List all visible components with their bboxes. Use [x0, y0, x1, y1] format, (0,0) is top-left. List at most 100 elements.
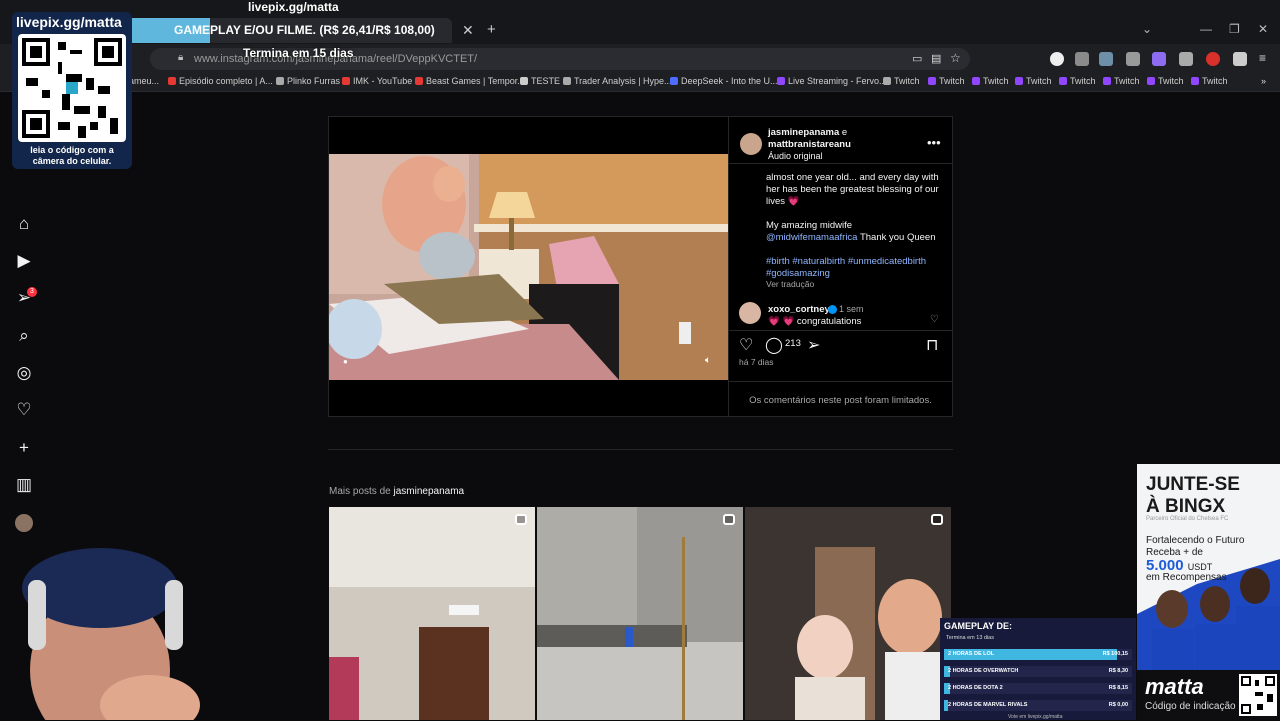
extension-cloud-icon[interactable]	[1152, 52, 1166, 66]
extension-shield-icon[interactable]	[1099, 52, 1113, 66]
more-post-thumbnail[interactable]	[537, 507, 743, 720]
reader-icon[interactable]: ▤	[931, 52, 941, 65]
bookmark-item[interactable]: Episódio completo | A...	[168, 76, 273, 86]
ad-line1: Fortalecendo o Futuro	[1146, 535, 1245, 546]
qr-code	[18, 34, 126, 142]
thumbnail-image	[537, 507, 743, 720]
browser-tab[interactable]: GAMEPLAY E/OU FILME. (R$ 26,41/R$ 108,00…	[132, 18, 452, 43]
bookmark-label: Live Streaming - Fervo...	[788, 76, 887, 86]
referral-qr-pattern	[1241, 676, 1275, 714]
referral-brand: matta	[1145, 674, 1204, 699]
create-icon[interactable]: +	[14, 438, 34, 458]
author-username[interactable]: jasminepanama	[768, 127, 839, 138]
bookmark-label: Twitch	[1158, 76, 1184, 86]
chevron-down-icon[interactable]: ⌄	[1142, 22, 1152, 36]
bookmark-item[interactable]: Plinko Furras	[276, 76, 340, 86]
hashtags-links[interactable]: #birth #naturalbirth #unmedicatedbirth #…	[766, 256, 942, 280]
dashboard-icon[interactable]: ▥	[14, 475, 34, 495]
midwife-mention-link[interactable]: @midwifemamaafrica	[766, 232, 857, 243]
share-icon[interactable]: ➢	[807, 335, 820, 355]
more-posts-user-link[interactable]: jasminepanama	[393, 486, 464, 497]
ad-partner: Parceiro Oficial do Chelsea FC	[1146, 516, 1229, 522]
close-window-icon[interactable]: ✕	[1258, 22, 1268, 36]
see-translation-link[interactable]: Ver tradução	[766, 279, 814, 289]
post-time: há 7 dias	[739, 357, 774, 367]
referral-subtitle: Código de indicação	[1145, 701, 1236, 712]
bookmark-favicon-icon	[415, 77, 423, 85]
authors-conjunction: e	[839, 127, 848, 138]
maximize-icon[interactable]: ❐	[1229, 22, 1240, 36]
bookmark-item[interactable]: Twitch	[1059, 76, 1096, 86]
qr-caption: leia o código com a câmera do celular.	[30, 145, 114, 166]
reels-icon[interactable]: ▶︎	[14, 251, 34, 271]
notification-badge: 3	[27, 287, 37, 297]
comment-avatar[interactable]	[739, 302, 761, 324]
bookmark-item[interactable]: Beast Games | Tempor...	[415, 76, 525, 86]
extension-arrow-icon[interactable]	[1179, 52, 1193, 66]
divider	[729, 330, 952, 331]
bookmark-label: Twitch	[983, 76, 1009, 86]
poll-option-name: 2 HORAS DE MARVEL RIVALS	[948, 702, 1028, 708]
volume-icon[interactable]: 🔈︎	[705, 355, 711, 366]
new-tab-icon[interactable]: +	[487, 21, 496, 38]
bookmark-item[interactable]: TESTE	[520, 76, 560, 86]
bookmark-label: Twitch	[939, 76, 965, 86]
extension-c-icon[interactable]	[1050, 52, 1064, 66]
bookmark-item[interactable]: Twitch	[1015, 76, 1052, 86]
bookmark-item[interactable]: Trader Analysis | Hype...	[563, 76, 672, 86]
video-frame-image	[329, 154, 728, 380]
bookmark-item[interactable]: DeepSeek - Into the U...	[670, 76, 778, 86]
bookmark-item[interactable]: Live Streaming - Fervo...	[777, 76, 887, 86]
comment-like-icon[interactable]: ♡	[930, 314, 939, 325]
more-options-icon[interactable]: •••	[927, 135, 941, 150]
poll-option-value: R$ 8,30	[1108, 668, 1128, 674]
tagged-user-icon[interactable]: ●	[343, 357, 348, 366]
extension-off-icon[interactable]	[1233, 52, 1247, 66]
bookmark-item[interactable]: Twitch	[928, 76, 965, 86]
caption-line: almost one year old... and every day wit…	[766, 172, 939, 207]
bookmark-item[interactable]: Twitch	[1191, 76, 1228, 86]
bookmark-favicon-icon	[972, 77, 980, 85]
section-divider	[328, 449, 953, 450]
extension-grid-icon[interactable]	[1126, 52, 1140, 66]
star-icon[interactable]: ☆	[950, 51, 961, 65]
bookmarks-overflow-icon[interactable]: »	[1261, 76, 1266, 86]
minimize-icon[interactable]: —	[1200, 22, 1212, 36]
comment-username[interactable]: xoxo_cortney	[768, 304, 830, 315]
heart-icon[interactable]: ♡	[14, 400, 34, 420]
bookmark-favicon-icon	[1103, 77, 1111, 85]
save-icon[interactable]: ⊓	[926, 335, 938, 355]
coauthor-username[interactable]: mattbranistareanu	[768, 139, 851, 150]
webcam-image	[0, 540, 270, 720]
search-icon[interactable]: ⌕	[14, 326, 34, 346]
comment-icon[interactable]: ◯	[765, 335, 783, 355]
bookmark-label: IMK - YouTube	[353, 76, 413, 86]
bookmark-favicon-icon	[1191, 77, 1199, 85]
close-tab-icon[interactable]: ✕	[462, 22, 474, 39]
bookmark-item[interactable]: IMK - YouTube	[342, 76, 412, 86]
post-video[interactable]: ● 🔈︎	[329, 154, 728, 380]
bookmark-item[interactable]: Twitch	[972, 76, 1009, 86]
bookmark-item[interactable]: Twitch	[1103, 76, 1140, 86]
comments-limited-notice: Os comentários neste post foram limitado…	[749, 395, 932, 406]
adblock-icon[interactable]	[1206, 52, 1220, 66]
audio-label[interactable]: Áudio original	[768, 151, 823, 161]
reel-icon	[515, 514, 527, 525]
post-caption: almost one year old... and every day wit…	[766, 172, 942, 280]
poll-option-value: R$ 8,15	[1108, 685, 1128, 691]
bookmark-item[interactable]: Twitch	[883, 76, 920, 86]
more-post-thumbnail[interactable]	[329, 507, 535, 720]
profile-avatar[interactable]	[15, 514, 33, 532]
pip-icon[interactable]: ▭	[912, 52, 922, 65]
author-avatar[interactable]	[740, 133, 762, 155]
extension-puzzle-icon[interactable]	[1075, 52, 1089, 66]
menu-icon[interactable]: ≡	[1259, 51, 1266, 65]
poll-option: 2 HORAS DE LOL R$ 100,15	[944, 649, 1132, 660]
bookmark-label: Twitch	[1026, 76, 1052, 86]
top-livepix-label: livepix.gg/matta	[248, 0, 339, 14]
bookmark-item[interactable]: Twitch	[1147, 76, 1184, 86]
explore-icon[interactable]: ◎	[14, 363, 34, 383]
like-icon[interactable]: ♡	[739, 335, 753, 355]
more-post-thumbnail[interactable]	[745, 507, 951, 720]
home-icon[interactable]: ⌂	[14, 214, 34, 234]
